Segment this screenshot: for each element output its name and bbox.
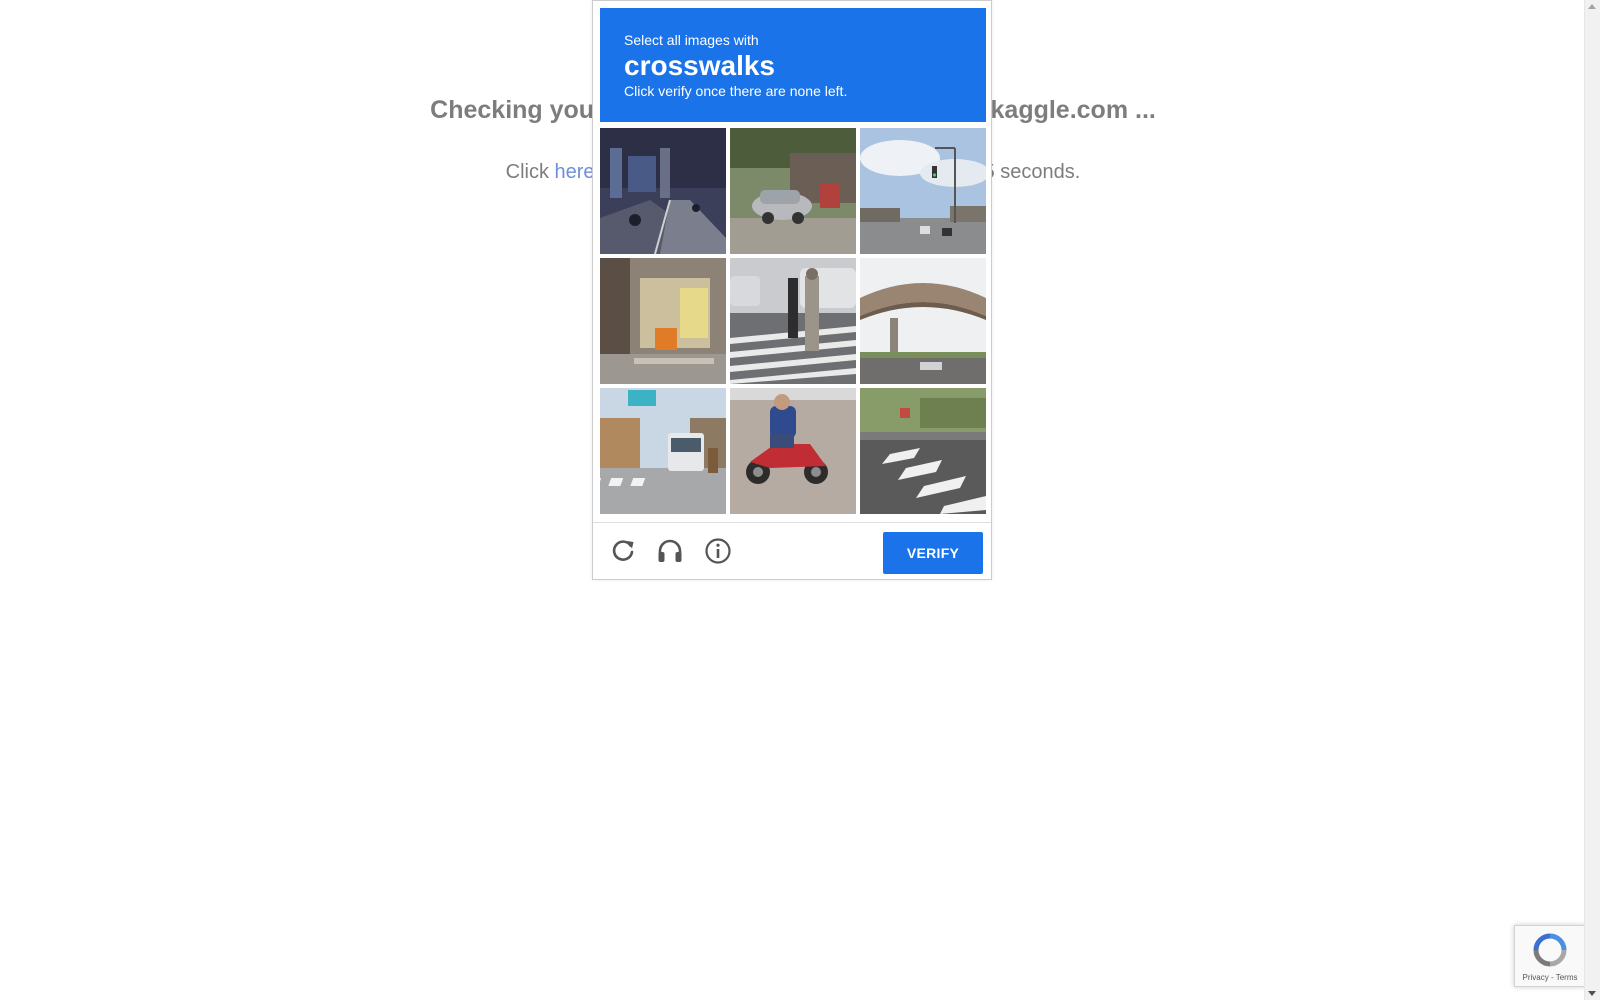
street-scene-scooters-image: [600, 128, 726, 254]
captcha-tile-7[interactable]: [600, 388, 726, 514]
captcha-image-grid: [600, 128, 986, 514]
redirect-prefix: Click: [505, 161, 555, 183]
badge-links[interactable]: Privacy - Terms: [1515, 973, 1585, 982]
info-icon[interactable]: [703, 536, 733, 566]
captcha-tile-3[interactable]: [860, 128, 986, 254]
captcha-footer: VERIFY: [593, 522, 991, 580]
scroll-up-arrow-icon[interactable]: [1588, 4, 1596, 9]
motorcycle-rider-image: [730, 388, 856, 514]
intersection-crosswalk-image: [860, 388, 986, 514]
bus-crosswalk-image: [600, 388, 726, 514]
scroll-down-arrow-icon[interactable]: [1588, 991, 1596, 996]
headphones-icon[interactable]: [655, 536, 685, 566]
captcha-header: Select all images with crosswalks Click …: [600, 8, 986, 122]
page-scrollbar[interactable]: [1584, 0, 1600, 1000]
road-traffic-light-image: [860, 128, 986, 254]
captcha-tile-8[interactable]: [730, 388, 856, 514]
captcha-hint: Click verify once there are none left.: [624, 83, 848, 99]
captcha-challenge: Select all images with crosswalks Click …: [592, 0, 992, 580]
captcha-instruction: Select all images with: [624, 32, 759, 48]
verify-button[interactable]: VERIFY: [883, 532, 983, 574]
pedestrians-crosswalk-image: [730, 258, 856, 384]
captcha-tile-1[interactable]: [600, 128, 726, 254]
reload-icon[interactable]: [608, 536, 638, 566]
captcha-tile-9[interactable]: [860, 388, 986, 514]
overpass-bridge-image: [860, 258, 986, 384]
captcha-tile-2[interactable]: [730, 128, 856, 254]
captcha-keyword: crosswalks: [624, 50, 775, 81]
market-stall-image: [600, 258, 726, 384]
recaptcha-logo-icon: [1533, 933, 1567, 967]
captcha-tile-4[interactable]: [600, 258, 726, 384]
parked-car-storefront-image: [730, 128, 856, 254]
recaptcha-badge[interactable]: Privacy - Terms: [1514, 925, 1586, 987]
redirect-link[interactable]: here: [555, 161, 595, 183]
captcha-tile-5[interactable]: [730, 258, 856, 384]
captcha-tile-6[interactable]: [860, 258, 986, 384]
